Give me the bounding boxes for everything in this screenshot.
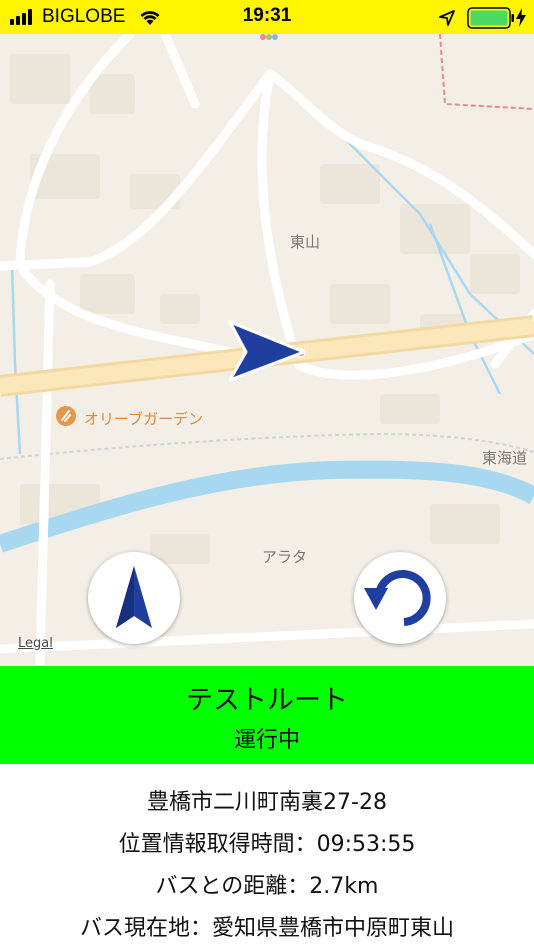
map-view[interactable]: 東山 オリーブガーデン 東海道 アラタ Legal (0, 34, 534, 666)
map-label-tokaido: 東海道 (482, 449, 528, 467)
route-name: テストルート (186, 685, 348, 716)
legal-link[interactable]: Legal (18, 636, 53, 651)
battery-icon (467, 7, 514, 29)
user-location-arrow-icon (228, 320, 306, 382)
address-text: 豊橋市二川町南裏27-28 (147, 790, 387, 815)
charging-icon (516, 8, 526, 27)
poi-label-olive-garden[interactable]: オリーブガーデン (84, 408, 203, 429)
current-location-text: バス現在地：愛知県豊橋市中原町東山 (79, 916, 454, 941)
map-label-higashiyama: 東山 (290, 233, 321, 251)
refresh-button[interactable] (354, 552, 446, 644)
route-panel: テストルート 運行中 (0, 666, 534, 764)
restaurant-icon (56, 406, 76, 426)
refresh-icon (364, 570, 431, 626)
distance-text: バスとの距離：2.7km (155, 874, 379, 899)
app-screen: BIGLOBE 19:31 東山 オリーブガーデン 東海道 アラタ Legal … (0, 0, 534, 950)
north-arrow-icon (116, 566, 152, 628)
route-status: 運行中 (233, 728, 300, 753)
status-bar: BIGLOBE 19:31 (0, 0, 534, 34)
acquired-time-text: 位置情報取得時間：09:53:55 (118, 832, 416, 857)
compass-button[interactable] (88, 552, 180, 644)
location-arrow-icon (439, 10, 455, 26)
bus-info: 豊橋市二川町南裏27-28 位置情報取得時間：09:53:55 バスとの距離：2… (0, 764, 534, 950)
map-label-arata: アラタ (262, 548, 308, 566)
